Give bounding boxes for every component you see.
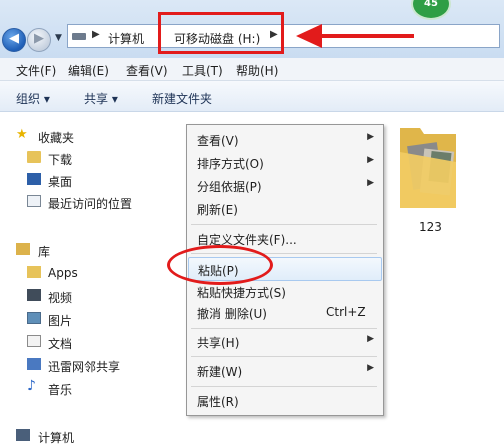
navigation-pane: ★ 收藏夹 下载 桌面 最近访问的位置 库 Apps 视频 图片 文档 迅雷网邻… — [0, 112, 156, 446]
ctx-new[interactable]: 新建(W) ▶ — [188, 360, 382, 382]
menu-edit[interactable]: 编辑(E) — [68, 62, 109, 79]
new-folder-button[interactable]: 新建文件夹 — [152, 90, 212, 107]
menu-divider — [191, 386, 377, 387]
menu-divider — [191, 224, 377, 225]
ctx-sort[interactable]: 排序方式(O) ▶ — [188, 152, 382, 174]
star-icon: ★ — [16, 127, 28, 142]
nav-xunlei-share[interactable]: 迅雷网邻共享 — [0, 355, 156, 375]
menu-tools[interactable]: 工具(T) — [182, 62, 223, 79]
submenu-arrow-icon: ▶ — [367, 155, 374, 165]
ctx-refresh[interactable]: 刷新(E) — [188, 198, 382, 220]
document-library-icon — [27, 335, 41, 347]
video-library-icon — [27, 289, 41, 301]
submenu-arrow-icon: ▶ — [367, 178, 374, 188]
ctx-properties[interactable]: 属性(R) — [188, 390, 382, 412]
nav-documents[interactable]: 文档 — [0, 332, 156, 352]
nav-pictures[interactable]: 图片 — [0, 309, 156, 329]
downloads-folder-icon — [27, 151, 41, 163]
nav-desktop[interactable]: 桌面 — [0, 170, 156, 190]
picture-library-icon — [27, 312, 41, 324]
ctx-group[interactable]: 分组依据(P) ▶ — [188, 175, 382, 197]
menu-divider — [191, 356, 377, 357]
library-icon — [16, 243, 30, 255]
ctx-share[interactable]: 共享(H) ▶ — [188, 331, 382, 353]
nav-computer[interactable]: 计算机 — [0, 426, 156, 446]
music-note-icon: ♪ — [27, 378, 36, 394]
folder-icon — [27, 266, 41, 278]
nav-library[interactable]: 库 — [0, 240, 156, 260]
recent-places-icon — [27, 195, 41, 207]
menu-bar: 文件(F) 编辑(E) 查看(V) 工具(T) 帮助(H) — [0, 58, 504, 81]
desktop-icon — [27, 173, 41, 185]
nav-apps[interactable]: Apps — [0, 263, 156, 283]
nav-favorites[interactable]: ★ 收藏夹 — [0, 126, 156, 146]
nav-music[interactable]: ♪ 音乐 — [0, 378, 156, 398]
nav-videos[interactable]: 视频 — [0, 286, 156, 306]
share-library-icon — [27, 358, 41, 370]
annotation-highlight-oval — [167, 245, 273, 285]
share-button[interactable]: 共享 ▾ — [84, 90, 118, 107]
menu-view[interactable]: 查看(V) — [126, 62, 168, 79]
undo-shortcut-text: Ctrl+Z — [326, 305, 366, 319]
menu-divider — [191, 328, 377, 329]
nav-downloads[interactable]: 下载 — [0, 148, 156, 168]
submenu-arrow-icon: ▶ — [367, 363, 374, 373]
annotation-arrow-top-icon — [296, 24, 414, 48]
organize-button[interactable]: 组织 ▾ — [16, 90, 50, 107]
ctx-undo-delete[interactable]: 撤消 删除(U) Ctrl+Z — [188, 302, 382, 324]
folder-icon[interactable] — [396, 122, 462, 214]
command-toolbar: 组织 ▾ 共享 ▾ 新建文件夹 — [0, 81, 504, 112]
ctx-view[interactable]: 查看(V) ▶ — [188, 129, 382, 151]
folder-name[interactable]: 123 — [419, 220, 442, 234]
computer-icon — [16, 429, 30, 441]
submenu-arrow-icon: ▶ — [367, 334, 374, 344]
menu-help[interactable]: 帮助(H) — [236, 62, 278, 79]
nav-recent[interactable]: 最近访问的位置 — [0, 192, 156, 212]
menu-file[interactable]: 文件(F) — [16, 62, 56, 79]
submenu-arrow-icon: ▶ — [367, 132, 374, 142]
